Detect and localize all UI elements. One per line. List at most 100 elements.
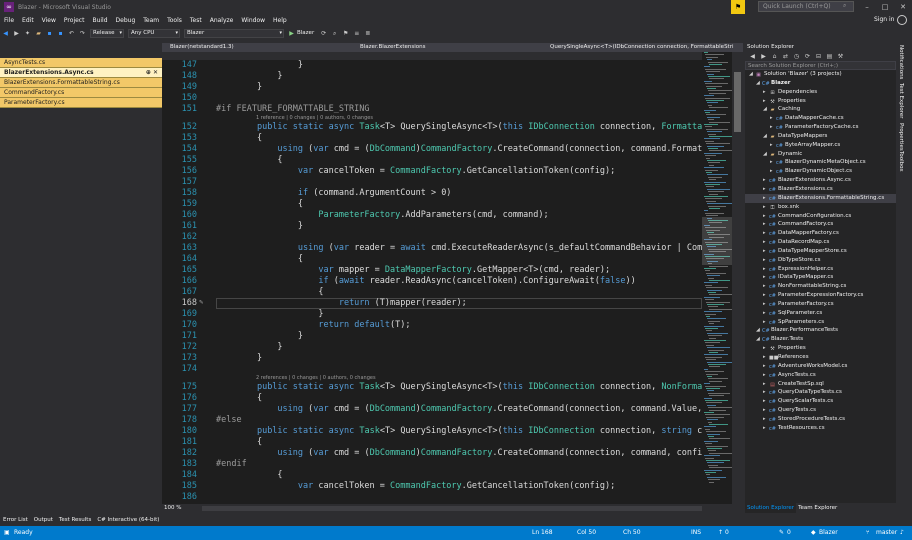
code-line[interactable]: 184 { (162, 470, 702, 481)
platform-dropdown[interactable]: Any CPU (128, 28, 180, 38)
menu-team[interactable]: Team (139, 17, 163, 24)
refresh-icon[interactable]: ⟳ (803, 52, 812, 61)
save-icon[interactable]: ▪ (45, 29, 54, 38)
solution-search-input[interactable]: Search Solution Explorer (Ctrl+;) (745, 61, 896, 70)
code-view[interactable]: 147 } 148 } 149 } 150 151 #if FEATURE_FORMATT… (162, 60, 702, 504)
quick-launch-input[interactable]: Quick Launch (Ctrl+Q) (758, 1, 854, 12)
tree-item[interactable]: ◢ C#Blazer.PerformanceTests (745, 326, 896, 335)
forward-icon[interactable]: ▶ (759, 52, 768, 61)
menu-analyze[interactable]: Analyze (206, 17, 238, 24)
forward-icon[interactable]: ▶ (12, 29, 21, 38)
project-context-dropdown[interactable]: Blazer(netstandard1.3) (170, 43, 360, 52)
feedback-icon[interactable]: ⚑ (731, 0, 745, 14)
menu-tools[interactable]: Tools (163, 17, 186, 24)
tab-test-explorer[interactable]: Test Explorer (898, 83, 904, 118)
status-branch[interactable]: master (876, 526, 897, 540)
menu-view[interactable]: View (38, 17, 60, 24)
code-line[interactable]: 164 { (162, 254, 702, 265)
code-line[interactable]: 154 using (var cmd = (DbCommand)CommandF… (162, 144, 702, 155)
tab-team-explorer[interactable]: Team Explorer (796, 503, 839, 513)
tree-item[interactable]: ▸ ⊞ Dependencies (745, 88, 896, 97)
code-line[interactable]: 152 public static async Task<T> QuerySin… (162, 122, 702, 133)
startup-project-dropdown[interactable]: Blazer (184, 28, 284, 38)
tree-item[interactable]: ▸ c# BlazerDynamicObject.cs (745, 167, 896, 176)
pin-icon[interactable]: ⊕ ✕ (146, 68, 158, 78)
code-line[interactable]: 167 { (162, 287, 702, 298)
code-line[interactable]: 170 return default(T); (162, 320, 702, 331)
menu-test[interactable]: Test (186, 17, 206, 24)
code-line[interactable]: 156 var cancelToken = CommandFactory.Get… (162, 166, 702, 177)
maximize-button[interactable]: □ (876, 0, 894, 14)
tree-item[interactable]: ▸ c# AsyncTests.cs (745, 371, 896, 380)
code-line[interactable]: 168 return (T)mapper(reader); (162, 298, 702, 309)
uncomment-icon[interactable]: ≣ (363, 29, 372, 38)
tab-solution-explorer[interactable]: Solution Explorer (745, 503, 797, 513)
new-project-icon[interactable]: ✦ (23, 29, 32, 38)
tree-item[interactable]: ▸ c# DbTypeStore.cs (745, 256, 896, 265)
status-pending-count[interactable]: 0 (787, 526, 791, 540)
code-line[interactable]: 180 public static async Task<T> QuerySin… (162, 426, 702, 437)
home-icon[interactable]: ⌂ (770, 52, 779, 61)
tree-item[interactable]: ▸ c# AdventureWorksModel.cs (745, 362, 896, 371)
open-document-item[interactable]: BlazerExtensions.FormattableString.cs (0, 78, 162, 88)
back-icon[interactable]: ◀ (1, 29, 10, 38)
show-all-files-icon[interactable]: ▤ (825, 52, 834, 61)
tree-item[interactable]: ▸ c# BlazerExtensions.cs (745, 185, 896, 194)
bell-icon[interactable]: ♪ (900, 526, 904, 540)
tab-properties[interactable]: Properties (898, 123, 904, 151)
code-line[interactable]: 165 var mapper = DataMapperFactory.GetMa… (162, 265, 702, 276)
tree-item[interactable]: ▸ ⚿ box.snk (745, 203, 896, 212)
scrollbar-thumb[interactable] (734, 72, 741, 132)
tree-item[interactable]: ▸ c# QueryDataTypeTests.cs (745, 388, 896, 397)
tree-item[interactable]: ▸ c# ExpressionHelper.cs (745, 265, 896, 274)
close-button[interactable]: ✕ (894, 0, 912, 14)
code-line[interactable]: 181 { (162, 437, 702, 448)
vertical-scrollbar[interactable] (732, 52, 743, 504)
menu-edit[interactable]: Edit (18, 17, 38, 24)
minimap-viewport[interactable] (702, 217, 732, 265)
comment-icon[interactable]: ≡ (352, 29, 361, 38)
status-repo[interactable]: Blazer (819, 526, 838, 540)
tree-item[interactable]: ▸ c# SpParameters.cs (745, 318, 896, 327)
tree-item[interactable]: ▸ c# QueryTests.cs (745, 406, 896, 415)
tree-item[interactable]: ◢ ▣ Solution 'Blazer' (3 projects) (745, 70, 896, 79)
code-line[interactable]: 149 } (162, 82, 702, 93)
code-line[interactable]: 157 (162, 177, 702, 188)
status-unpushed-count[interactable]: 0 (725, 526, 729, 540)
code-line[interactable]: 159 { (162, 199, 702, 210)
tree-item[interactable]: ▸ ⚒ Properties (745, 97, 896, 106)
properties-icon[interactable]: ⚒ (836, 52, 845, 61)
horizontal-scrollbar[interactable] (202, 506, 702, 511)
menu-build[interactable]: Build (88, 17, 111, 24)
save-all-icon[interactable]: ▪ (56, 29, 65, 38)
redo-icon[interactable]: ↷ (78, 29, 87, 38)
code-line[interactable]: 173 } (162, 353, 702, 364)
back-icon[interactable]: ◀ (748, 52, 757, 61)
tree-item[interactable]: ▸ c# ParameterFactory.cs (745, 300, 896, 309)
tree-item[interactable]: ◢ ▰ DataTypeMappers (745, 132, 896, 141)
menu-file[interactable]: File (0, 17, 18, 24)
code-line[interactable]: 162 (162, 232, 702, 243)
code-line[interactable]: 150 (162, 93, 702, 104)
open-document-item[interactable]: AsyncTests.cs (0, 58, 162, 68)
collapse-all-icon[interactable]: ⊟ (814, 52, 823, 61)
tree-item[interactable]: ▸ c# CommandConfiguration.cs (745, 212, 896, 221)
pending-changes-icon[interactable]: ◷ (792, 52, 801, 61)
code-line[interactable]: 178 #else (162, 415, 702, 426)
tree-item[interactable]: ▸ c# DataMapperCache.cs (745, 114, 896, 123)
tab-notifications[interactable]: Notifications (898, 45, 904, 79)
codelens-info[interactable]: 2 references | 0 changes | 0 authors, 0 … (256, 375, 376, 381)
code-line[interactable]: 148 } (162, 71, 702, 82)
code-line[interactable]: 174 (162, 364, 702, 375)
code-line[interactable]: 158 if (command.ArgumentCount > 0) (162, 188, 702, 199)
code-line[interactable]: 171 } (162, 331, 702, 342)
configuration-dropdown[interactable]: Release (90, 28, 124, 38)
code-line[interactable]: 160 ParameterFactory.AddParameters(cmd, … (162, 210, 702, 221)
menu-window[interactable]: Window (237, 17, 269, 24)
tree-item[interactable]: ▸ c# DataTypeMapperStore.cs (745, 247, 896, 256)
tree-item[interactable]: ▸ c# SqlParameter.cs (745, 309, 896, 318)
tree-item[interactable]: ▸ c# ByteArrayMapper.cs (745, 141, 896, 150)
tree-item[interactable]: ▸ c# ParameterExpressionFactory.cs (745, 291, 896, 300)
tree-item[interactable]: ▸ ▤ CreateTestSp.sql (745, 380, 896, 389)
code-line[interactable]: 161 } (162, 221, 702, 232)
